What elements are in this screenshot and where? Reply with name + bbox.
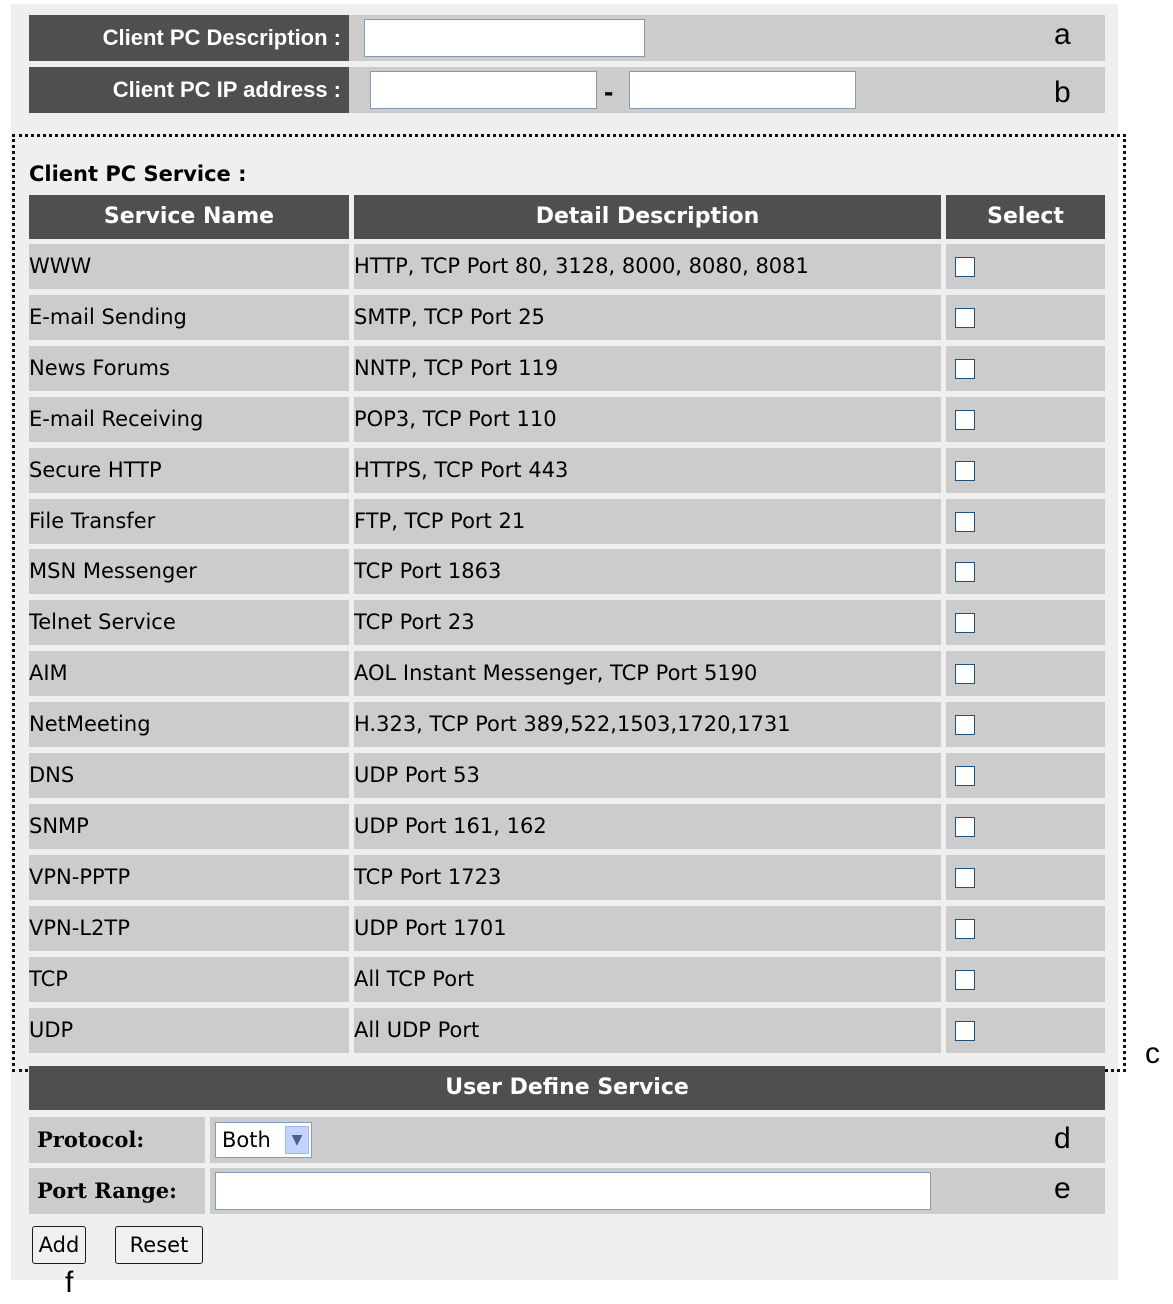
service-detail-cell: AOL Instant Messenger, TCP Port 5190 — [354, 651, 941, 696]
service-name-cell: E-mail Receiving — [29, 397, 349, 442]
port-range-divider — [205, 1168, 210, 1214]
protocol-select-value: Both — [222, 1128, 271, 1152]
service-name-cell: Secure HTTP — [29, 448, 349, 493]
service-checkbox[interactable] — [955, 970, 975, 990]
service-detail-cell: TCP Port 23 — [354, 600, 941, 645]
column-header-detail-description: Detail Description — [354, 195, 941, 239]
service-checkbox[interactable] — [955, 308, 975, 328]
service-detail-cell: HTTPS, TCP Port 443 — [354, 448, 941, 493]
service-detail-cell: All TCP Port — [354, 957, 941, 1002]
service-name-cell: File Transfer — [29, 499, 349, 544]
service-checkbox[interactable] — [955, 562, 975, 582]
service-name-cell: VPN-PPTP — [29, 855, 349, 900]
service-checkbox[interactable] — [955, 1021, 975, 1041]
service-detail-cell: NNTP, TCP Port 119 — [354, 346, 941, 391]
annotation-a: a — [1054, 18, 1071, 51]
service-detail-cell: TCP Port 1863 — [354, 549, 941, 594]
service-detail-cell: UDP Port 1701 — [354, 906, 941, 951]
service-detail-cell: HTTP, TCP Port 80, 3128, 8000, 8080, 808… — [354, 244, 941, 289]
protocol-select[interactable]: Both ▼ — [215, 1122, 312, 1158]
description-input[interactable] — [364, 19, 645, 57]
protocol-divider — [205, 1117, 210, 1163]
service-section-title: Client PC Service : — [29, 162, 247, 186]
service-name-cell: Telnet Service — [29, 600, 349, 645]
protocol-label: Protocol: — [29, 1117, 205, 1163]
service-checkbox[interactable] — [955, 410, 975, 430]
column-header-service-name: Service Name — [29, 195, 349, 239]
ip-separator: - — [604, 76, 614, 107]
annotation-d: d — [1054, 1122, 1071, 1155]
port-range-input[interactable] — [215, 1172, 931, 1210]
service-detail-cell: All UDP Port — [354, 1008, 941, 1053]
service-checkbox[interactable] — [955, 766, 975, 786]
service-name-cell: SNMP — [29, 804, 349, 849]
service-detail-cell: H.323, TCP Port 389,522,1503,1720,1731 — [354, 702, 941, 747]
annotation-b: b — [1054, 76, 1071, 109]
service-checkbox[interactable] — [955, 715, 975, 735]
description-label: Client PC Description : — [29, 15, 349, 61]
add-button[interactable]: Add — [32, 1226, 86, 1264]
service-name-cell: AIM — [29, 651, 349, 696]
service-checkbox[interactable] — [955, 359, 975, 379]
service-name-cell: News Forums — [29, 346, 349, 391]
service-detail-cell: TCP Port 1723 — [354, 855, 941, 900]
service-detail-cell: POP3, TCP Port 110 — [354, 397, 941, 442]
user-define-header: User Define Service — [29, 1066, 1105, 1110]
service-name-cell: WWW — [29, 244, 349, 289]
service-detail-cell: UDP Port 53 — [354, 753, 941, 798]
service-checkbox[interactable] — [955, 868, 975, 888]
reset-button[interactable]: Reset — [115, 1226, 203, 1264]
service-checkbox[interactable] — [955, 613, 975, 633]
service-name-cell: NetMeeting — [29, 702, 349, 747]
service-checkbox[interactable] — [955, 461, 975, 481]
service-name-cell: DNS — [29, 753, 349, 798]
service-name-cell: TCP — [29, 957, 349, 1002]
annotation-e: e — [1054, 1172, 1071, 1205]
service-checkbox[interactable] — [955, 817, 975, 837]
service-checkbox[interactable] — [955, 257, 975, 277]
annotation-c: c — [1145, 1037, 1160, 1070]
service-checkbox[interactable] — [955, 919, 975, 939]
service-name-cell: E-mail Sending — [29, 295, 349, 340]
service-detail-cell: SMTP, TCP Port 25 — [354, 295, 941, 340]
service-checkbox[interactable] — [955, 512, 975, 532]
chevron-down-icon[interactable]: ▼ — [285, 1126, 309, 1154]
service-name-cell: MSN Messenger — [29, 549, 349, 594]
port-range-label: Port Range: — [29, 1168, 205, 1214]
service-name-cell: UDP — [29, 1008, 349, 1053]
service-checkbox[interactable] — [955, 664, 975, 684]
column-header-select: Select — [946, 195, 1105, 239]
service-detail-cell: FTP, TCP Port 21 — [354, 499, 941, 544]
ip-label: Client PC IP address : — [29, 67, 349, 113]
annotation-f: f — [65, 1266, 74, 1299]
ip-start-input[interactable] — [370, 71, 597, 109]
service-name-cell: VPN-L2TP — [29, 906, 349, 951]
service-detail-cell: UDP Port 161, 162 — [354, 804, 941, 849]
ip-end-input[interactable] — [629, 71, 856, 109]
